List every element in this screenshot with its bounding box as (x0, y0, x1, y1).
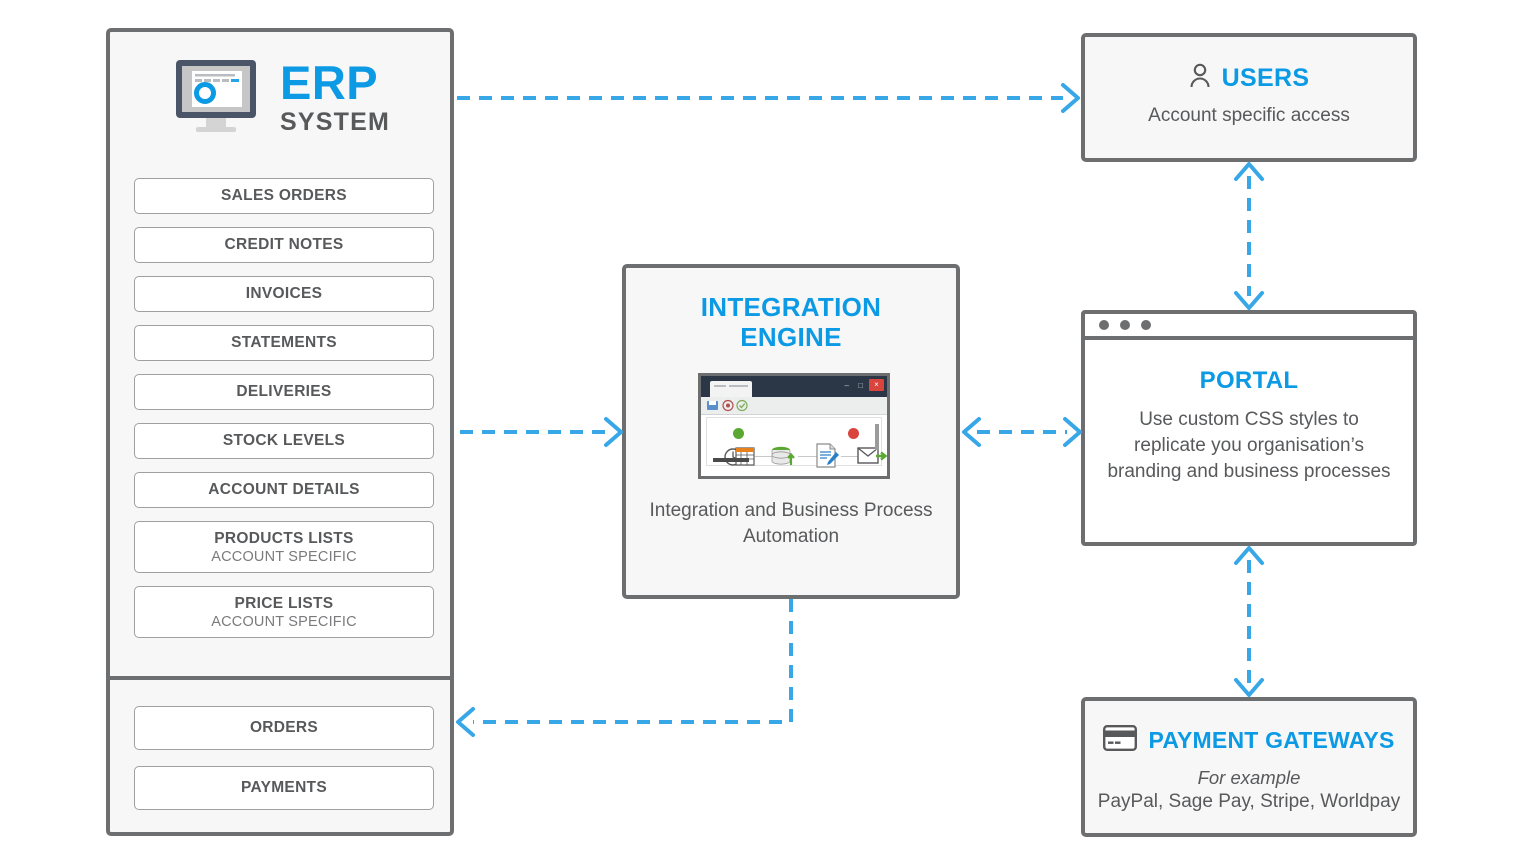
erp-item-label: ORDERS (249, 719, 319, 736)
erp-item-label: ACCOUNT DETAILS (208, 481, 360, 498)
payment-gateways-panel: PAYMENT GATEWAYS For example PayPal, Sag… (1081, 697, 1417, 837)
erp-item-label: PRICE LISTS (234, 594, 334, 612)
person-icon (1189, 63, 1211, 94)
integration-title-line1: INTEGRATION (700, 292, 882, 322)
erp-item-sublabel: ACCOUNT SPECIFIC (211, 548, 357, 565)
payment-gateways-header: PAYMENT GATEWAYS (1085, 725, 1413, 756)
erp-item-label: STATEMENTS (231, 334, 337, 351)
portal-title: PORTAL (1199, 367, 1299, 394)
integration-engine-panel: INTEGRATION ENGINE – □ × Integration and… (622, 264, 960, 599)
horizontal-scrollbar[interactable] (713, 458, 749, 462)
maximize-icon[interactable]: □ (858, 381, 863, 390)
credit-card-icon (1103, 725, 1138, 756)
flow-start-dot (733, 428, 744, 439)
arrow-portal-gateways (1234, 546, 1264, 697)
erp-item-sublabel: ACCOUNT SPECIFIC (211, 613, 357, 630)
portal-panel: PORTAL Use custom CSS styles to replicat… (1081, 310, 1417, 546)
browser-dot-icon (1141, 320, 1151, 330)
portal-body-text: Use custom CSS styles to replicate you o… (1107, 409, 1391, 483)
users-header: USERS (1085, 63, 1413, 94)
erp-item-price-lists[interactable]: PRICE LISTS ACCOUNT SPECIFIC (134, 586, 434, 638)
erp-item-products-lists[interactable]: PRODUCTS LISTS ACCOUNT SPECIFIC (134, 521, 434, 573)
window-toolbar (701, 397, 887, 415)
payment-gateways-example-label: For example (1197, 767, 1301, 788)
database-upload-icon (770, 445, 797, 473)
erp-item-label: CREDIT NOTES (224, 236, 344, 253)
integration-engine-caption: Integration and Business Process Automat… (649, 500, 933, 548)
integration-title-line2: ENGINE (740, 321, 842, 352)
minimize-icon[interactable]: – (845, 381, 849, 390)
integration-flow-screenshot: – □ × (698, 373, 890, 479)
arrow-erp-to-users (457, 83, 1080, 113)
erp-item-label: SALES ORDERS (221, 187, 347, 204)
erp-item-label: DELIVERIES (236, 383, 332, 400)
window-tab (710, 381, 752, 397)
erp-title: ERP (280, 56, 379, 109)
document-edit-icon (814, 443, 841, 474)
close-icon[interactable]: × (869, 379, 884, 391)
arrow-users-portal (1234, 162, 1264, 310)
erp-item-orders[interactable]: ORDERS (134, 706, 434, 750)
vertical-scrollbar[interactable] (875, 424, 879, 450)
erp-item-label: STOCK LEVELS (222, 432, 346, 449)
erp-item-invoices[interactable]: INVOICES (134, 276, 434, 312)
arrow-integration-to-erp-inbound (456, 599, 793, 737)
erp-item-sales-orders[interactable]: SALES ORDERS (134, 178, 434, 214)
window-titlebar: – □ × (701, 376, 887, 397)
erp-item-stock-levels[interactable]: STOCK LEVELS (134, 423, 434, 459)
browser-dot-icon (1120, 320, 1130, 330)
erp-item-account-details[interactable]: ACCOUNT DETAILS (134, 472, 434, 508)
arrow-integration-to-portal (962, 417, 1082, 447)
integration-engine-title: INTEGRATION ENGINE (626, 292, 956, 353)
erp-header: ERP SYSTEM (110, 58, 450, 136)
erp-item-list: SALES ORDERS CREDIT NOTES INVOICES STATE… (134, 178, 434, 651)
erp-item-payments[interactable]: PAYMENTS (134, 766, 434, 810)
payment-gateways-title: PAYMENT GATEWAYS (1148, 727, 1395, 753)
erp-item-credit-notes[interactable]: CREDIT NOTES (134, 227, 434, 263)
erp-item-label: PAYMENTS (241, 779, 327, 796)
payment-gateways-providers: PayPal, Sage Pay, Stripe, Worldpay (1097, 791, 1401, 812)
email-send-icon (857, 446, 888, 472)
users-title: USERS (1221, 64, 1310, 92)
flow-canvas (706, 417, 888, 468)
users-subtitle: Account specific access (1148, 105, 1350, 126)
erp-item-label: PRODUCTS LISTS (214, 529, 354, 547)
arrow-erp-to-integration (460, 417, 623, 447)
erp-system-panel: ERP SYSTEM SALES ORDERS CREDIT NOTES INV… (106, 28, 454, 678)
erp-subtitle: SYSTEM (280, 108, 390, 136)
erp-item-deliveries[interactable]: DELIVERIES (134, 374, 434, 410)
users-panel: USERS Account specific access (1081, 33, 1417, 162)
portal-browser-chrome (1085, 314, 1413, 340)
erp-inbound-panel: ORDERS PAYMENTS (106, 678, 454, 836)
browser-dot-icon (1099, 320, 1109, 330)
flow-end-dot (848, 428, 859, 439)
erp-inbound-list: ORDERS PAYMENTS (134, 706, 434, 826)
diagram-canvas: ERP SYSTEM SALES ORDERS CREDIT NOTES INV… (0, 0, 1536, 864)
erp-title-block: ERP SYSTEM (280, 59, 390, 135)
monitor-icon (170, 58, 262, 136)
erp-item-label: INVOICES (245, 285, 323, 302)
erp-item-statements[interactable]: STATEMENTS (134, 325, 434, 361)
